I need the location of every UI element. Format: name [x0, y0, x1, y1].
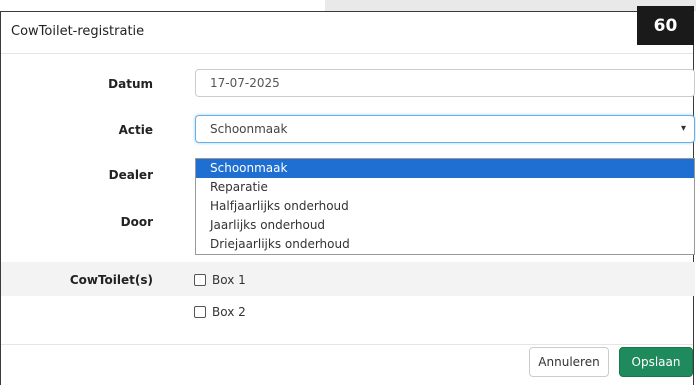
cowtoilets-label: CowToilet(s) [69, 273, 153, 287]
checkbox-box2-row[interactable]: Box 2 [194, 305, 246, 319]
dropdown-option-jaarlijks[interactable]: Jaarlijks onderhoud [196, 216, 694, 235]
actie-select-value: Schoonmaak [210, 122, 288, 136]
dropdown-option-halfjaarlijks[interactable]: Halfjaarlijks onderhoud [196, 197, 694, 216]
dealer-label: Dealer [108, 168, 153, 182]
checkbox-box1-row[interactable]: Box 1 [194, 273, 246, 287]
checkbox-box1-label: Box 1 [212, 273, 246, 287]
modal-title: CowToilet-registratie [11, 24, 145, 39]
chevron-down-icon: ▾ [680, 123, 686, 134]
datum-label: Datum [108, 77, 153, 91]
checkbox-box2-label: Box 2 [212, 305, 246, 319]
counter-badge: 60 [637, 6, 694, 45]
actie-select[interactable]: Schoonmaak ▾ [195, 115, 695, 143]
actie-label: Actie [118, 123, 153, 137]
cancel-button[interactable]: Annuleren [529, 347, 609, 377]
checkbox-box2[interactable] [194, 306, 206, 318]
dropdown-option-reparatie[interactable]: Reparatie [196, 178, 694, 197]
background-left [0, 0, 325, 11]
cowtoilet-modal: CowToilet-registratie Datum 17-07-2025 A… [0, 11, 695, 385]
dropdown-option-schoonmaak[interactable]: Schoonmaak [196, 159, 694, 178]
header-divider [1, 53, 693, 54]
actie-dropdown-list: Schoonmaak Reparatie Halfjaarlijks onder… [195, 158, 695, 255]
door-label: Door [120, 215, 153, 229]
datum-input[interactable]: 17-07-2025 [195, 69, 695, 97]
checkbox-box1[interactable] [194, 274, 206, 286]
save-button[interactable]: Opslaan [619, 347, 693, 377]
footer-divider [1, 344, 693, 345]
dropdown-option-driejaarlijks[interactable]: Driejaarlijks onderhoud [196, 235, 694, 254]
